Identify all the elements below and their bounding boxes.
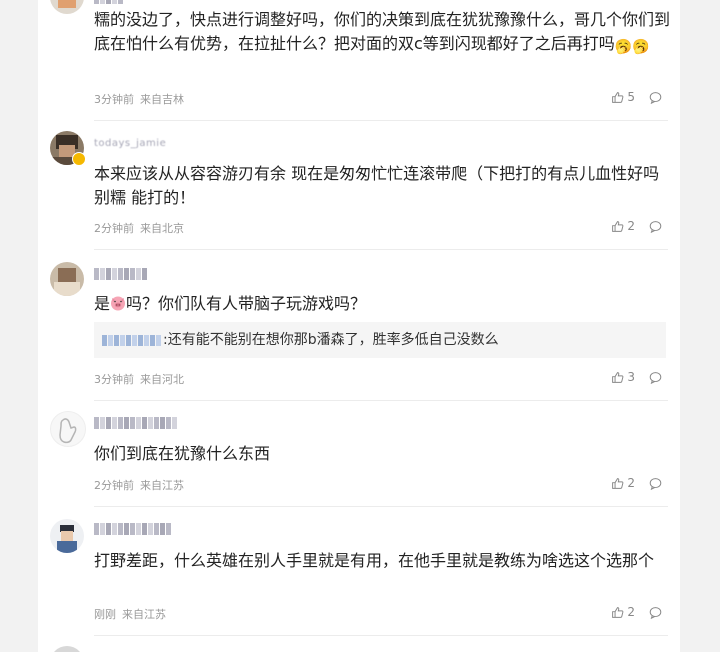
comment-text: 你们到底在犹豫什么东西 xyxy=(94,444,271,463)
thumbs-up-icon xyxy=(612,371,624,383)
divider xyxy=(94,249,668,250)
comment-meta: 刚刚 来自江苏 xyxy=(94,606,172,622)
comment-meta: 3分钟前 来自河北 xyxy=(94,371,190,387)
comment-text: 打野差距，什么英雄在别人手里就是有用，在他手里就是教练为啥选这个选那个 xyxy=(94,551,655,570)
comment-time: 3分钟前 xyxy=(94,373,134,386)
comment-actions: 2 xyxy=(611,219,662,233)
hand-sketch-icon xyxy=(59,418,77,444)
comment-bubble-icon[interactable] xyxy=(649,91,662,104)
divider xyxy=(94,506,668,507)
thumbs-up-icon xyxy=(612,477,624,489)
divider xyxy=(94,120,668,121)
thumbs-up-icon xyxy=(612,220,624,232)
comment-text-content: 糯的没边了，快点进行调整好吗，你们的决策到底在犹犹豫豫什么，哥几个你们到底在怕什… xyxy=(94,10,671,53)
comment-text-after: 吗？你们队有人带脑子玩游戏吗？ xyxy=(126,294,367,313)
comment-text: 糯的没边了，快点进行调整好吗，你们的决策到底在犹犹豫豫什么，哥几个你们到底在怕什… xyxy=(94,8,674,56)
comment-location: 来自江苏 xyxy=(140,479,184,492)
reply-preview[interactable]: :还有能不能别在想你那b潘森了，胜率多低自己没数么 xyxy=(94,322,666,358)
like-button[interactable]: 5 xyxy=(611,90,635,104)
pig-face-emoji-icon xyxy=(111,296,126,311)
like-button[interactable]: 2 xyxy=(611,605,635,619)
sweat-smile-emoji-icon: 🥱🥱 xyxy=(614,39,650,55)
comment-text: 是吗？你们队有人带脑子玩游戏吗？ xyxy=(94,292,674,316)
like-count: 2 xyxy=(627,219,635,233)
comment-location: 来自河北 xyxy=(140,373,184,386)
thumbs-up-icon xyxy=(612,91,624,103)
comment-meta: 3分钟前 来自吉林 xyxy=(94,91,190,107)
comment-bubble-icon[interactable] xyxy=(649,606,662,619)
username[interactable]: todays_jamie xyxy=(94,138,166,150)
comment-time: 刚刚 xyxy=(94,608,116,621)
comment-time: 2分钟前 xyxy=(94,479,134,492)
like-count: 3 xyxy=(627,370,635,384)
comment-actions: 2 xyxy=(611,476,662,490)
comment-text-before: 是 xyxy=(94,294,111,313)
comment-location: 来自北京 xyxy=(140,222,184,235)
reply-username-blurred[interactable] xyxy=(102,334,161,346)
comment-meta: 2分钟前 来自江苏 xyxy=(94,477,190,493)
like-count: 5 xyxy=(627,90,635,104)
like-count: 2 xyxy=(627,476,635,490)
reply-text: :还有能不能别在想你那b潘森了，胜率多低自己没数么 xyxy=(163,332,499,348)
thumbs-up-icon xyxy=(612,606,624,618)
like-count: 2 xyxy=(627,605,635,619)
avatar[interactable] xyxy=(50,0,84,14)
username-blurred[interactable] xyxy=(94,0,123,4)
avatar[interactable] xyxy=(50,411,86,447)
comment-actions: 2 xyxy=(611,605,662,619)
like-button[interactable]: 2 xyxy=(611,476,635,490)
avatar[interactable] xyxy=(50,262,84,296)
verified-badge-icon xyxy=(72,152,86,166)
divider xyxy=(94,400,668,401)
comment-time: 3分钟前 xyxy=(94,93,134,106)
comment-bubble-icon[interactable] xyxy=(649,371,662,384)
comment-meta: 2分钟前 来自北京 xyxy=(94,220,190,236)
comment-bubble-icon[interactable] xyxy=(649,477,662,490)
comment-actions: 5 xyxy=(611,90,662,104)
avatar[interactable] xyxy=(50,646,84,652)
avatar[interactable] xyxy=(50,519,84,553)
like-button[interactable]: 3 xyxy=(611,370,635,384)
comment-text: 本来应该从从容容游刃有余 现在是匆匆忙忙连滚带爬（下把打的有点儿血性好吗别糯 能… xyxy=(94,164,660,207)
comment-bubble-icon[interactable] xyxy=(649,220,662,233)
comment-list: 糯的没边了，快点进行调整好吗，你们的决策到底在犹犹豫豫什么，哥几个你们到底在怕什… xyxy=(38,0,680,652)
username-blurred[interactable] xyxy=(94,523,171,535)
username-blurred[interactable] xyxy=(94,417,177,429)
username-blurred[interactable] xyxy=(94,268,147,280)
divider xyxy=(94,635,668,636)
comment-location: 来自江苏 xyxy=(122,608,166,621)
comment-location: 来自吉林 xyxy=(140,93,184,106)
like-button[interactable]: 2 xyxy=(611,219,635,233)
comment-time: 2分钟前 xyxy=(94,222,134,235)
comment-actions: 3 xyxy=(611,370,662,384)
